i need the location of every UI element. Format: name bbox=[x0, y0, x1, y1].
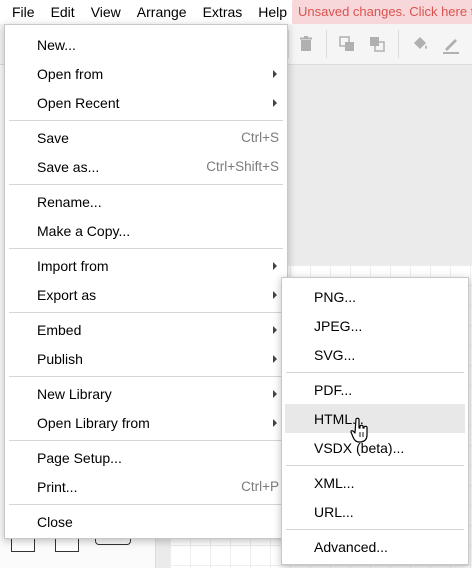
toolbar-separator bbox=[288, 30, 289, 58]
menu-separator bbox=[286, 465, 464, 466]
menu-separator bbox=[286, 529, 464, 530]
menu-item-export-pdf[interactable]: PDF... bbox=[282, 375, 468, 404]
menu-separator bbox=[9, 120, 283, 121]
shortcut-label: Ctrl+Shift+S bbox=[206, 159, 279, 174]
line-color-icon[interactable] bbox=[441, 34, 461, 54]
trash-icon[interactable] bbox=[296, 34, 316, 54]
fill-color-icon[interactable] bbox=[410, 34, 430, 54]
menu-item-label: Make a Copy... bbox=[37, 222, 131, 239]
menu-item-label: Advanced... bbox=[314, 538, 388, 555]
menu-item-import-from[interactable]: Import from bbox=[5, 251, 287, 280]
menu-item-rename[interactable]: Rename... bbox=[5, 187, 287, 216]
menu-item-new-library[interactable]: New Library bbox=[5, 379, 287, 408]
menu-item-label: SVG... bbox=[314, 346, 356, 363]
menu-item-label: Open Recent bbox=[37, 94, 120, 111]
menu-file[interactable]: File bbox=[0, 0, 43, 24]
menu-help[interactable]: Help bbox=[250, 0, 295, 24]
menu-item-label: JPEG... bbox=[314, 317, 363, 334]
menu-item-label: Save as... bbox=[37, 158, 100, 175]
menu-separator bbox=[286, 372, 464, 373]
menu-item-label: XML... bbox=[314, 474, 355, 491]
submenu-arrow-icon bbox=[273, 291, 277, 299]
menu-item-label: Open from bbox=[37, 65, 104, 82]
menu-item-label: PDF... bbox=[314, 381, 353, 398]
menu-item-label: New... bbox=[37, 36, 76, 53]
unsaved-changes-banner[interactable]: Unsaved changes. Click here to save. bbox=[292, 0, 472, 24]
menu-item-label: Save bbox=[37, 129, 69, 146]
menu-item-export-vsdx[interactable]: VSDX (beta)... bbox=[282, 433, 468, 462]
menu-item-export-jpeg[interactable]: JPEG... bbox=[282, 311, 468, 340]
to-front-icon[interactable] bbox=[337, 34, 357, 54]
menu-item-make-copy[interactable]: Make a Copy... bbox=[5, 216, 287, 245]
menu-item-save[interactable]: Save Ctrl+S bbox=[5, 123, 287, 152]
menu-item-label: Import from bbox=[37, 257, 109, 274]
menu-arrange[interactable]: Arrange bbox=[129, 0, 195, 24]
submenu-arrow-icon bbox=[273, 262, 277, 270]
menu-item-label: Page Setup... bbox=[37, 449, 122, 466]
menu-item-export-as[interactable]: Export as bbox=[5, 280, 287, 309]
menu-separator bbox=[9, 504, 283, 505]
menu-item-print[interactable]: Print... Ctrl+P bbox=[5, 472, 287, 501]
menu-item-label: New Library bbox=[37, 385, 112, 402]
submenu-arrow-icon bbox=[273, 70, 277, 78]
menu-item-export-advanced[interactable]: Advanced... bbox=[282, 532, 468, 561]
menu-view[interactable]: View bbox=[83, 0, 129, 24]
menu-item-embed[interactable]: Embed bbox=[5, 315, 287, 344]
menu-item-label: Export as bbox=[37, 286, 97, 303]
menu-item-label: Rename... bbox=[37, 193, 102, 210]
menu-separator bbox=[9, 440, 283, 441]
menu-item-label: Publish bbox=[37, 350, 83, 367]
menu-separator bbox=[9, 248, 283, 249]
menu-item-export-html[interactable]: HTML... bbox=[285, 404, 465, 433]
menu-item-export-xml[interactable]: XML... bbox=[282, 468, 468, 497]
menu-item-export-svg[interactable]: SVG... bbox=[282, 340, 468, 369]
submenu-arrow-icon bbox=[273, 355, 277, 363]
menu-item-export-png[interactable]: PNG... bbox=[282, 282, 468, 311]
menu-item-close[interactable]: Close bbox=[5, 507, 287, 536]
menu-edit[interactable]: Edit bbox=[43, 0, 83, 24]
toolbar-separator bbox=[326, 30, 327, 58]
menu-item-new[interactable]: New... bbox=[5, 30, 287, 59]
menu-item-label: Close bbox=[37, 513, 73, 530]
menu-item-open-recent[interactable]: Open Recent bbox=[5, 88, 287, 117]
hand-cursor-icon bbox=[350, 417, 368, 443]
menu-separator bbox=[9, 376, 283, 377]
menu-item-open-from[interactable]: Open from bbox=[5, 59, 287, 88]
file-menu: New... Open from Open Recent Save Ctrl+S … bbox=[4, 24, 288, 539]
menu-item-label: PNG... bbox=[314, 288, 357, 305]
menu-item-label: Print... bbox=[37, 478, 78, 495]
menu-item-open-library-from[interactable]: Open Library from bbox=[5, 408, 287, 437]
submenu-arrow-icon bbox=[273, 99, 277, 107]
menu-item-label: Embed bbox=[37, 321, 82, 338]
menu-item-publish[interactable]: Publish bbox=[5, 344, 287, 373]
submenu-arrow-icon bbox=[273, 326, 277, 334]
menu-separator bbox=[9, 312, 283, 313]
submenu-arrow-icon bbox=[273, 419, 277, 427]
menu-item-export-url[interactable]: URL... bbox=[282, 497, 468, 526]
shortcut-label: Ctrl+P bbox=[241, 479, 279, 494]
menu-separator bbox=[9, 184, 283, 185]
shortcut-label: Ctrl+S bbox=[241, 130, 279, 145]
menu-item-save-as[interactable]: Save as... Ctrl+Shift+S bbox=[5, 152, 287, 181]
submenu-arrow-icon bbox=[273, 390, 277, 398]
toolbar-separator bbox=[398, 30, 399, 58]
to-back-icon[interactable] bbox=[367, 34, 387, 54]
menu-item-page-setup[interactable]: Page Setup... bbox=[5, 443, 287, 472]
menu-extras[interactable]: Extras bbox=[195, 0, 251, 24]
menu-item-label: Open Library from bbox=[37, 414, 150, 431]
menu-item-label: URL... bbox=[314, 503, 354, 520]
export-as-submenu: PNG... JPEG... SVG... PDF... HTML... VSD… bbox=[281, 277, 469, 565]
